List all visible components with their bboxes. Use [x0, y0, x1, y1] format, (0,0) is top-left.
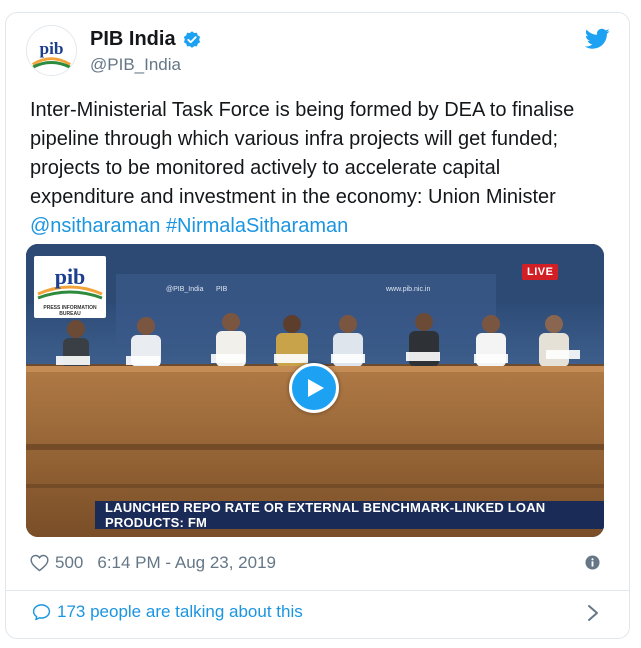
avatar[interactable]: pib: [26, 25, 77, 76]
play-button[interactable]: [289, 363, 339, 413]
media-logo-caption: PRESS INFORMATION BUREAU: [43, 305, 97, 317]
video-player[interactable]: @PIB_India PIB www.pib.nic.in pib PRESS …: [26, 244, 604, 537]
info-icon[interactable]: [585, 555, 600, 570]
backdrop-text-2: PIB: [216, 286, 228, 293]
account-handle[interactable]: @PIB_India: [90, 55, 181, 75]
svg-text:pib: pib: [39, 39, 63, 58]
talking-text[interactable]: 173 people are talking about this: [57, 602, 303, 622]
mention-link[interactable]: @nsitharaman: [30, 215, 160, 237]
hashtag-link[interactable]: #NirmalaSitharaman: [166, 215, 348, 237]
tweet-body: Inter-Ministerial Task Force is being fo…: [30, 99, 575, 208]
heart-icon[interactable]: [30, 554, 49, 572]
backdrop-text-1: @PIB_India: [166, 286, 204, 293]
comment-bubble-icon: [32, 604, 51, 621]
display-name[interactable]: PIB India: [90, 28, 176, 51]
pib-logo-icon: pib: [27, 26, 76, 75]
news-ticker: LAUNCHED REPO RATE OR EXTERNAL BENCHMARK…: [95, 500, 604, 530]
tweet-text: Inter-Ministerial Task Force is being fo…: [30, 96, 605, 241]
conversation-link[interactable]: 173 people are talking about this: [32, 602, 303, 622]
svg-text:pib: pib: [55, 264, 86, 289]
chevron-right-icon[interactable]: [587, 604, 599, 622]
play-icon: [308, 379, 324, 397]
twitter-bird-icon[interactable]: [585, 28, 610, 50]
verified-badge-icon: [183, 30, 200, 48]
timestamp[interactable]: 6:14 PM - Aug 23, 2019: [97, 553, 276, 573]
backdrop-text-3: www.pib.nic.in: [385, 286, 430, 293]
divider: [5, 590, 630, 591]
pib-logo-icon: pib: [37, 264, 103, 300]
live-badge: LIVE: [522, 264, 559, 280]
like-count[interactable]: 500: [55, 553, 83, 573]
